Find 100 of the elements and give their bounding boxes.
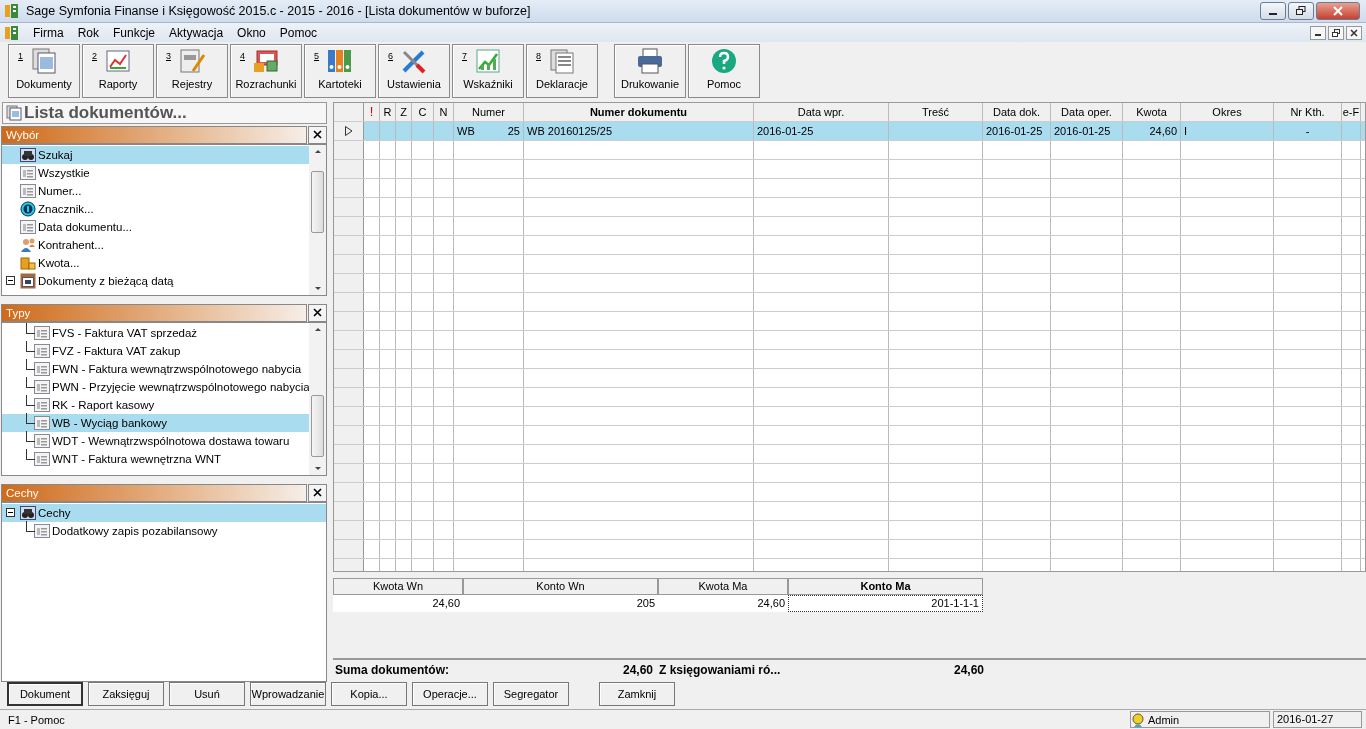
scrollbar[interactable]: [309, 322, 326, 475]
menu-item[interactable]: Okno: [230, 25, 273, 40]
tree-item[interactable]: Dodatkowy zapis pozabilansowy: [2, 521, 326, 540]
tree-item[interactable]: WB - Wyciąg bankowy: [2, 413, 309, 432]
column-header[interactable]: e-F: [1342, 102, 1361, 121]
toolbar-icon: [709, 47, 739, 76]
toolbar-button[interactable]: 7 Wskaźniki: [452, 44, 524, 99]
toolbar-icon: [473, 47, 503, 76]
action-button[interactable]: Segregator: [493, 682, 569, 707]
column-header[interactable]: Konto Ma: [788, 577, 983, 595]
app-logo-icon: [4, 24, 20, 41]
panel-title-text: Lista dokumentów...: [24, 102, 187, 123]
restore-button[interactable]: [1328, 25, 1344, 40]
action-button[interactable]: Zaksięguj: [88, 682, 164, 707]
scroll-thumb[interactable]: [311, 170, 324, 233]
column-header[interactable]: !: [364, 102, 380, 121]
close-button[interactable]: [308, 483, 327, 502]
letter-badge-icon: [20, 200, 36, 217]
action-button[interactable]: Usuń: [169, 682, 245, 707]
column-header[interactable]: Numer dokumentu: [524, 102, 754, 121]
menu-item[interactable]: Aktywacja: [162, 25, 231, 40]
tree-item[interactable]: WDT - Wewnątrzwspólnotowa dostawa towaru: [2, 431, 309, 450]
column-header[interactable]: Kwota Ma: [658, 577, 788, 595]
tree-item[interactable]: FWN - Faktura wewnątrzwspólnotowego nabycia: [2, 359, 309, 378]
tree-item[interactable]: Cechy: [2, 503, 326, 522]
tree-item[interactable]: PWN - Przyjęcie wewnątrzwspólnotowego nabycia: [2, 377, 309, 396]
column-header[interactable]: Kwota Wn: [333, 577, 463, 595]
column-header[interactable]: Data dok.: [983, 102, 1051, 121]
toolbar-icon: [547, 47, 577, 76]
close-button[interactable]: [1346, 25, 1362, 40]
column-header[interactable]: R: [380, 102, 396, 121]
close-icon: [313, 488, 322, 498]
column-header[interactable]: Data oper.: [1051, 102, 1123, 121]
toolbar-button[interactable]: Drukowanie: [614, 44, 686, 99]
column-header[interactable]: C: [412, 102, 434, 121]
tree-item[interactable]: Szukaj: [2, 145, 309, 164]
tree-item[interactable]: Wszystkie: [2, 163, 309, 182]
column-header[interactable]: Z: [396, 102, 412, 121]
column-header[interactable]: Okres: [1181, 102, 1274, 121]
toolbar-icon: [29, 47, 59, 76]
summary-value: 24,60: [621, 662, 653, 677]
action-button[interactable]: Zamknij: [599, 682, 675, 707]
toolbar-button[interactable]: 4 Rozrachunki: [230, 44, 302, 99]
table-cell: 2016-01-25: [1054, 124, 1111, 137]
close-button[interactable]: [308, 125, 327, 144]
tree-item[interactable]: WNT - Faktura wewnętrzna WNT: [2, 449, 309, 468]
tree-item[interactable]: RK - Raport kasowy: [2, 395, 309, 414]
action-button[interactable]: Operacje...: [412, 682, 488, 707]
tree-item[interactable]: Znacznik...: [2, 199, 309, 218]
toolbar-icon: [177, 47, 207, 76]
menu-item[interactable]: Funkcje: [106, 25, 163, 40]
people-icon: [20, 236, 36, 253]
column-header[interactable]: Data wpr.: [754, 102, 889, 121]
collapse-icon[interactable]: [6, 508, 18, 518]
window-title: Sage Symfonia Finanse i Księgowość 2015.c - 2015 - 2016 - [Lista dokumentów w buforze]: [26, 3, 531, 18]
column-header[interactable]: N: [434, 102, 454, 121]
toolbar-button[interactable]: 3 Rejestry: [156, 44, 228, 99]
minimize-button[interactable]: [1310, 25, 1326, 40]
column-header[interactable]: Konto Wn: [463, 577, 658, 595]
close-icon: [1332, 5, 1344, 16]
menu-item[interactable]: Pomoc: [272, 25, 325, 40]
tree-item[interactable]: Data dokumentu...: [2, 217, 309, 236]
collapse-icon[interactable]: [6, 276, 18, 286]
toolbar-button[interactable]: 5 Kartoteki: [304, 44, 376, 99]
table-cell: I: [1184, 124, 1188, 137]
section-header: Cechy: [1, 483, 307, 502]
minimize-button[interactable]: [1260, 1, 1286, 20]
column-header[interactable]: Kwota: [1123, 102, 1181, 121]
scrollbar[interactable]: [309, 144, 326, 295]
toolbar-button[interactable]: 8 Deklaracje: [526, 44, 598, 99]
close-icon: [1350, 28, 1358, 37]
list-icon: [20, 218, 36, 235]
toolbar-button[interactable]: Pomoc: [688, 44, 760, 99]
table-cell: 25: [507, 124, 520, 137]
close-icon: [313, 308, 322, 318]
tree-item[interactable]: Kontrahent...: [2, 235, 309, 254]
toolbar-button[interactable]: 2 Raporty: [82, 44, 154, 99]
toolbar-icon: [635, 47, 665, 76]
menu-item[interactable]: Firma: [26, 25, 71, 40]
tree-item[interactable]: FVS - Faktura VAT sprzedaż: [2, 323, 309, 342]
action-button[interactable]: Dokument: [7, 682, 83, 707]
list-icon: [34, 414, 50, 431]
tree-item[interactable]: FVZ - Faktura VAT zakup: [2, 341, 309, 360]
scroll-thumb[interactable]: [311, 394, 324, 457]
restore-button[interactable]: [1288, 1, 1314, 20]
action-button[interactable]: Wprowadzanie: [250, 682, 326, 707]
toolbar-button[interactable]: 6 Ustawienia: [378, 44, 450, 99]
table-cell: 24,60: [1149, 124, 1177, 137]
tree-item[interactable]: Kwota...: [2, 253, 309, 272]
menu-item[interactable]: Rok: [70, 25, 106, 40]
table-cell: 2016-01-25: [757, 124, 814, 137]
column-header[interactable]: Numer: [454, 102, 524, 121]
action-button[interactable]: Kopia...: [331, 682, 407, 707]
column-header[interactable]: Treść: [889, 102, 983, 121]
column-header[interactable]: Nr Kth.: [1274, 102, 1342, 121]
tree-item[interactable]: Dokumenty z bieżącą datą: [2, 271, 309, 290]
toolbar-button[interactable]: 1 Dokumenty: [8, 44, 80, 99]
user-icon: [1131, 712, 1145, 727]
tree-item[interactable]: Numer...: [2, 181, 309, 200]
close-button[interactable]: [308, 303, 327, 322]
